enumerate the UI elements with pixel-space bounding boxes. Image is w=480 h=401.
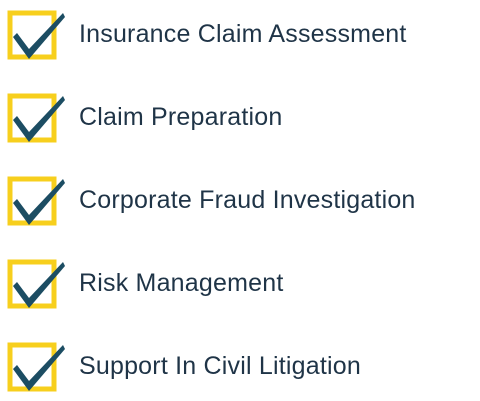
- list-item: Corporate Fraud Investigation: [7, 171, 477, 235]
- checked-box-icon: [7, 88, 69, 146]
- list-item: Risk Management: [7, 254, 477, 318]
- services-checklist: Insurance Claim Assessment Claim Prepara…: [0, 0, 480, 393]
- list-item-label: Corporate Fraud Investigation: [79, 186, 416, 214]
- checked-box-icon: [7, 254, 69, 312]
- list-item: Support In Civil Litigation: [7, 337, 477, 401]
- list-item-label: Support In Civil Litigation: [79, 352, 361, 380]
- list-item: Insurance Claim Assessment: [7, 5, 477, 69]
- checked-box-icon: [7, 337, 69, 395]
- list-item: Claim Preparation: [7, 88, 477, 152]
- list-item-label: Claim Preparation: [79, 103, 283, 131]
- checked-box-icon: [7, 5, 69, 63]
- list-item-label: Insurance Claim Assessment: [79, 20, 407, 48]
- list-item-label: Risk Management: [79, 269, 284, 297]
- checked-box-icon: [7, 171, 69, 229]
